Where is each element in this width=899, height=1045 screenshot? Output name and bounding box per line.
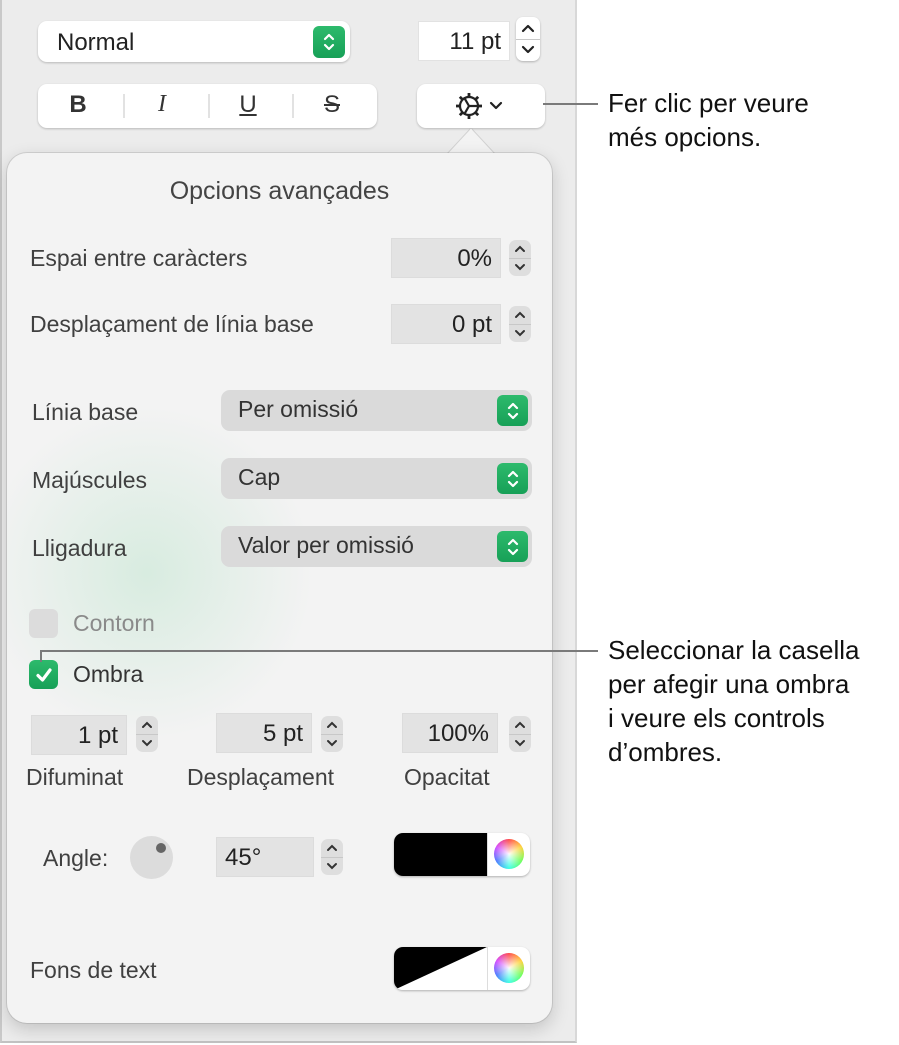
decrement-icon[interactable] xyxy=(513,328,527,338)
text-format-buttons: B I U S xyxy=(38,84,377,128)
decrement-icon[interactable] xyxy=(513,262,527,272)
opacity-label: Opacitat xyxy=(404,764,490,790)
callout-line-shadow xyxy=(40,650,598,652)
font-size-field[interactable]: 11 pt xyxy=(418,21,510,61)
paragraph-style-value: Normal xyxy=(57,29,135,56)
text-background-label: Fons de text xyxy=(30,957,157,983)
divider xyxy=(487,833,488,876)
stepper-divider xyxy=(516,39,540,40)
character-spacing-field[interactable]: 0% xyxy=(391,238,501,278)
color-wheel-icon[interactable] xyxy=(494,839,524,869)
shadow-label: Ombra xyxy=(73,661,144,687)
shadow-checkbox[interactable] xyxy=(29,660,58,689)
divider xyxy=(487,947,488,990)
stepper-divider xyxy=(509,734,531,735)
stepper-divider xyxy=(136,734,158,735)
divider xyxy=(292,94,294,118)
color-wheel-icon[interactable] xyxy=(494,953,524,983)
popover-title: Opcions avançades xyxy=(169,177,390,205)
callout-line-gear xyxy=(543,103,598,105)
popover-arrow xyxy=(446,128,496,155)
blur-label: Difuminat xyxy=(26,764,124,790)
stepper-divider xyxy=(509,324,531,325)
baseline-shift-field[interactable]: 0 pt xyxy=(391,304,501,344)
ligatures-value: Valor per omissió xyxy=(238,532,414,558)
blur-field[interactable]: 1 pt xyxy=(31,715,127,755)
increment-icon[interactable] xyxy=(513,720,527,730)
blur-stepper[interactable] xyxy=(136,716,158,752)
offset-field[interactable]: 5 pt xyxy=(216,713,312,753)
increment-icon[interactable] xyxy=(521,23,535,33)
decrement-icon[interactable] xyxy=(325,861,339,871)
baseline-popup[interactable]: Per omissió xyxy=(221,390,532,431)
gear-icon xyxy=(456,93,482,119)
angle-label: Angle: xyxy=(43,845,109,871)
checkmark-icon xyxy=(35,667,52,682)
increment-icon[interactable] xyxy=(140,720,154,730)
outline-checkbox[interactable] xyxy=(29,609,58,638)
baseline-value: Per omissió xyxy=(238,396,359,422)
ligatures-label: Lligadura xyxy=(32,535,127,561)
decrement-icon[interactable] xyxy=(521,45,535,55)
advanced-options-button[interactable] xyxy=(417,84,545,128)
angle-dial[interactable] xyxy=(130,836,173,879)
capitalization-value: Cap xyxy=(238,464,281,490)
ligatures-popup[interactable]: Valor per omissió xyxy=(221,526,532,567)
popup-chevrons-icon xyxy=(497,463,528,494)
popup-chevrons-icon xyxy=(497,531,528,562)
baseline-label: Línia base xyxy=(32,399,139,425)
chevron-down-icon xyxy=(489,101,503,110)
offset-label: Desplaçament xyxy=(187,764,335,790)
callout-gear: Fer clic per veure més opcions. xyxy=(608,88,809,152)
increment-icon[interactable] xyxy=(513,244,527,254)
advanced-options-popover: Opcions avançades Espai entre caràcters … xyxy=(7,153,552,1023)
bold-button[interactable]: B xyxy=(48,91,108,121)
opacity-stepper[interactable] xyxy=(509,716,531,752)
character-spacing-stepper[interactable] xyxy=(509,240,531,276)
callout-shadow: Seleccionar la casella per afegir una om… xyxy=(608,635,860,767)
divider xyxy=(123,94,125,118)
underline-button[interactable]: U xyxy=(218,91,278,121)
character-spacing-label: Espai entre caràcters xyxy=(30,245,248,271)
angle-dial-knob[interactable] xyxy=(156,842,167,853)
stepper-divider xyxy=(509,258,531,259)
offset-stepper[interactable] xyxy=(321,716,343,752)
callout-line-shadow-tick xyxy=(40,650,42,662)
angle-stepper[interactable] xyxy=(321,839,343,875)
decrement-icon[interactable] xyxy=(140,738,154,748)
baseline-shift-label: Desplaçament de línia base xyxy=(30,311,314,337)
shadow-color-well[interactable] xyxy=(394,833,530,876)
angle-field[interactable]: 45° xyxy=(216,837,314,877)
capitalization-popup[interactable]: Cap xyxy=(221,458,532,499)
decrement-icon[interactable] xyxy=(513,738,527,748)
no-color-swatch-icon[interactable] xyxy=(394,947,487,990)
italic-button[interactable]: I xyxy=(132,91,192,121)
format-sidebar: Normal 11 pt B I U S Opcions avançades E… xyxy=(0,0,577,1043)
strikethrough-button[interactable]: S xyxy=(302,91,362,121)
shadow-color-swatch[interactable] xyxy=(394,833,487,876)
decrement-icon[interactable] xyxy=(325,738,339,748)
font-size-stepper[interactable] xyxy=(516,17,540,61)
paragraph-style-popup[interactable]: Normal xyxy=(38,21,350,62)
increment-icon[interactable] xyxy=(513,310,527,320)
outline-label: Contorn xyxy=(73,610,155,636)
stepper-divider xyxy=(321,734,343,735)
baseline-shift-stepper[interactable] xyxy=(509,306,531,342)
popup-chevrons-icon xyxy=(313,26,345,58)
increment-icon[interactable] xyxy=(325,843,339,853)
text-background-color-well[interactable] xyxy=(394,947,530,990)
increment-icon[interactable] xyxy=(325,720,339,730)
divider xyxy=(208,94,210,118)
stepper-divider xyxy=(321,857,343,858)
popup-chevrons-icon xyxy=(497,395,528,426)
capitalization-label: Majúscules xyxy=(32,467,148,493)
opacity-field[interactable]: 100% xyxy=(402,713,498,753)
